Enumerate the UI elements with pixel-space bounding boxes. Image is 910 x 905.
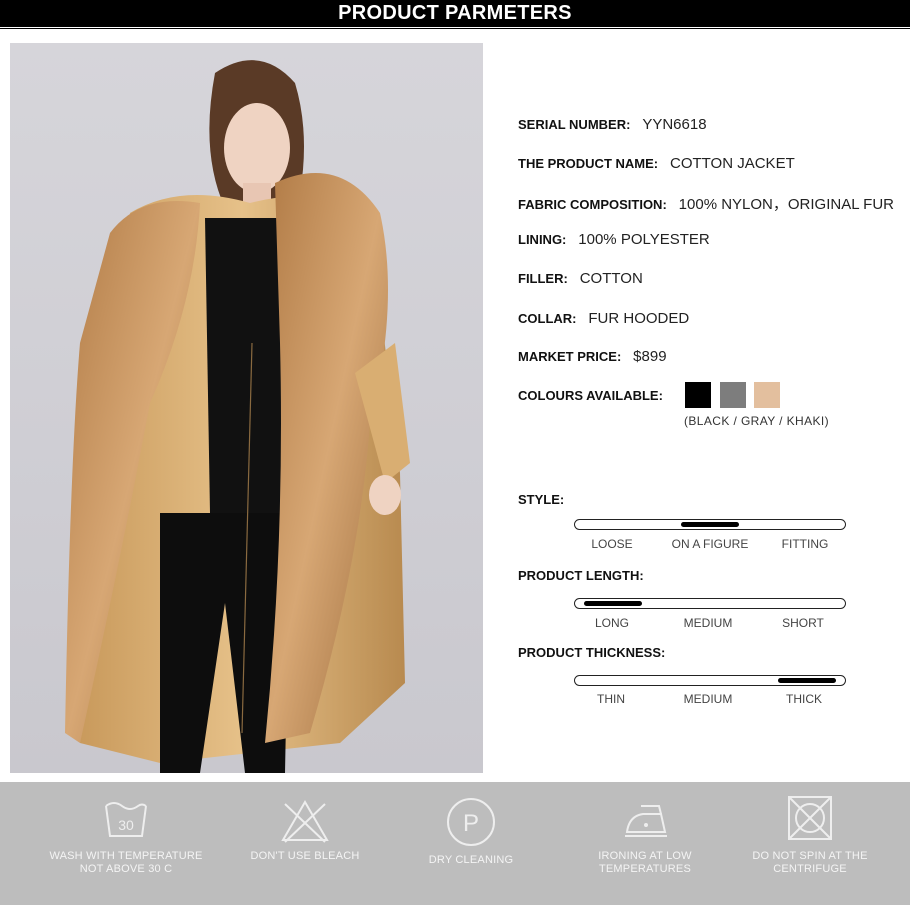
style-scale-indicator [681,522,739,527]
thickness-tick-medium: MEDIUM [683,692,733,706]
colour-swatch-black[interactable] [685,382,711,408]
spec-collar: COLLAR: FUR HOODED [518,310,689,327]
thickness-tick-thin: THIN [597,692,625,706]
wash-temperature-number: 30 [118,817,134,833]
care-text-dry-clean: DRY CLEANING [428,854,514,866]
care-item-dry-clean: P DRY CLEANING [386,782,556,867]
style-tick-on-a-figure: ON A FIGURE [671,537,749,551]
svg-text:P: P [463,810,479,837]
thickness-tick-thick: THICK [786,692,822,706]
spec-lining-value: 100% POLYESTER [578,231,710,248]
spec-filler-value: COTTON [579,270,643,287]
spec-fabric-value: 100% NYLON，ORIGINAL FUR [678,196,895,213]
no-bleach-icon [281,800,329,843]
product-photo [10,43,483,773]
length-tick-long: LONG [594,616,630,630]
spec-fabric-label: FABRIC COMPOSITION: [518,197,667,212]
spec-price-value: $899 [633,348,667,365]
style-scale-track [574,519,846,530]
care-item-wash: 30 WASH WITH TEMPERATURE NOT ABOVE 30 C [41,782,211,876]
wash-tub-icon: 30 [105,802,147,837]
page-title: PRODUCT PARMETERS [338,2,572,24]
care-text-wash: WASH WITH TEMPERATURE NOT ABOVE 30 C [49,850,203,875]
care-item-iron: IRONING AT LOW TEMPERATURES [560,782,730,876]
spec-filler: FILLER: COTTON [518,270,643,287]
page-header: PRODUCT PARMETERS [0,0,910,27]
spec-price-label: MARKET PRICE: [518,349,622,364]
thickness-scale-indicator [778,678,836,683]
style-scale-title: STYLE: [518,492,565,507]
thickness-scale-track [574,675,846,686]
spec-lining: LINING: 100% POLYESTER [518,231,710,248]
spec-colours-label: COLOURS AVAILABLE: [518,388,663,403]
style-tick-fitting: FITTING [781,537,829,551]
spec-colours: COLOURS AVAILABLE: [518,387,671,403]
spec-product-name: THE PRODUCT NAME: COTTON JACKET [518,155,795,172]
care-item-spin: DO NOT SPIN AT THE CENTRIFUGE [725,782,895,876]
spec-lining-label: LINING: [518,232,567,247]
style-tick-loose: LOOSE [591,537,633,551]
colour-swatch-gray[interactable] [720,382,746,408]
care-text-iron: IRONING AT LOW TEMPERATURES [598,850,692,875]
colour-swatch-khaki[interactable] [754,382,780,408]
spec-name-label: THE PRODUCT NAME: [518,156,659,171]
care-text-bleach: DON'T USE BLEACH [250,850,360,862]
thickness-scale-title: PRODUCT THICKNESS: [518,645,666,660]
length-tick-short: SHORT [782,616,824,630]
spec-serial-label: SERIAL NUMBER: [518,117,631,132]
care-text-spin: DO NOT SPIN AT THE CENTRIFUGE [752,850,868,875]
length-scale-title: PRODUCT LENGTH: [518,568,644,583]
spec-fabric: FABRIC COMPOSITION: 100% NYLON，ORIGINAL … [518,193,894,214]
spec-name-value: COTTON JACKET [670,155,795,172]
spec-collar-label: COLLAR: [518,311,577,326]
header-divider [0,28,910,29]
spec-collar-value: FUR HOODED [588,310,690,327]
spec-serial-value: YYN6618 [642,116,707,133]
colours-caption: (BLACK / GRAY / KHAKI) [684,414,830,428]
model-in-fur-coat-illustration [65,60,410,773]
care-item-bleach: DON'T USE BLEACH [220,782,390,863]
length-scale-track [574,598,846,609]
no-spin-icon [788,796,832,840]
length-scale-indicator [584,601,642,606]
iron-low-icon [625,805,667,837]
spec-serial-number: SERIAL NUMBER: YYN6618 [518,116,707,133]
spec-market-price: MARKET PRICE: $899 [518,348,667,365]
dry-clean-icon: P [447,798,495,846]
spec-filler-label: FILLER: [518,271,568,286]
length-tick-medium: MEDIUM [683,616,733,630]
care-instructions-band: 30 WASH WITH TEMPERATURE NOT ABOVE 30 C … [0,782,910,905]
